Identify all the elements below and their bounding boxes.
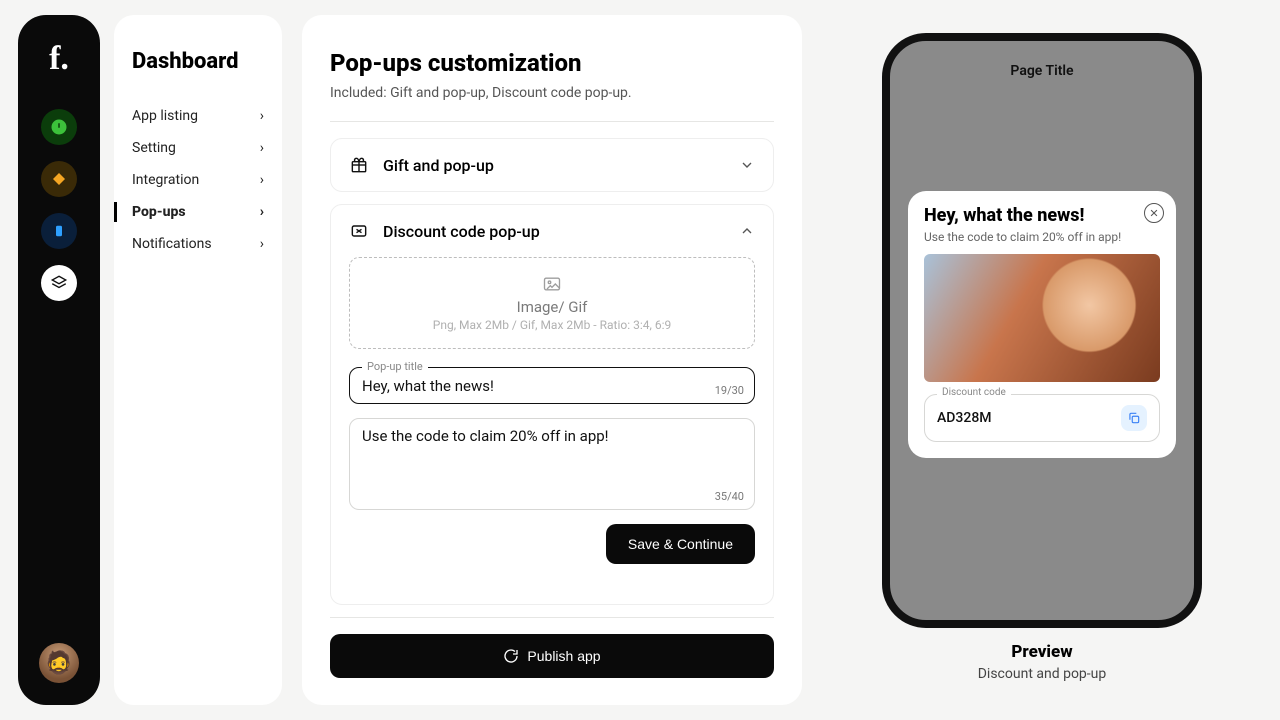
preview-pane: Page Title Hey, what the news! Use the c…	[822, 15, 1262, 705]
sidebar-item-integration[interactable]: Integration ›	[114, 164, 282, 196]
nav-rail: f. 🧔	[18, 15, 100, 705]
chevron-right-icon: ›	[260, 108, 264, 124]
code-value: AD328M	[937, 410, 1121, 426]
accordion-discount-popup: Discount code pop-up Image/ Gif Png, Max…	[330, 204, 774, 605]
sidebar-item-setting[interactable]: Setting ›	[114, 132, 282, 164]
preview-popup: Hey, what the news! Use the code to clai…	[908, 191, 1176, 458]
main-panel: Pop-ups customization Included: Gift and…	[302, 15, 802, 705]
sidebar-item-popups[interactable]: Pop-ups ›	[114, 196, 282, 228]
sidebar-item-label: Pop-ups	[132, 204, 186, 220]
field-label: Pop-up title	[362, 360, 428, 373]
accordion-gift-popup: Gift and pop-up	[330, 138, 774, 192]
preview-sublabel: Discount and pop-up	[978, 666, 1107, 682]
discount-code-box: Discount code AD328M	[924, 394, 1160, 442]
publish-app-button[interactable]: Publish app	[330, 634, 774, 678]
preview-label: Preview	[1011, 642, 1072, 662]
sidebar: Dashboard App listing › Setting › Integr…	[114, 15, 282, 705]
divider	[330, 121, 774, 122]
code-label: Discount code	[937, 387, 1011, 398]
sidebar-item-notifications[interactable]: Notifications ›	[114, 228, 282, 260]
dropzone-title: Image/ Gif	[517, 298, 588, 316]
close-button[interactable]	[1144, 203, 1164, 223]
rail-item-mobile[interactable]	[41, 213, 77, 249]
accordion-title: Gift and pop-up	[383, 156, 725, 175]
mobile-icon	[50, 222, 68, 240]
save-continue-button[interactable]: Save & Continue	[606, 524, 755, 564]
sidebar-item-label: Notifications	[132, 236, 212, 252]
copy-code-button[interactable]	[1121, 405, 1147, 431]
sidebar-item-label: App listing	[132, 108, 198, 124]
refresh-icon	[503, 648, 519, 664]
phone-frame: Page Title Hey, what the news! Use the c…	[882, 33, 1202, 628]
divider	[330, 617, 774, 618]
brand-logo: f.	[37, 37, 81, 81]
popup-body-input[interactable]	[362, 427, 742, 485]
popup-image	[924, 254, 1160, 382]
alert-icon	[50, 118, 68, 136]
rail-item-diamond[interactable]	[41, 161, 77, 197]
accordion-header-gift[interactable]: Gift and pop-up	[331, 139, 773, 191]
user-avatar[interactable]: 🧔	[39, 643, 79, 683]
chevron-right-icon: ›	[260, 236, 264, 252]
popup-body: Use the code to claim 20% off in app!	[924, 230, 1160, 244]
gift-icon	[349, 155, 369, 175]
page-title: Pop-ups customization	[330, 49, 774, 77]
sidebar-title: Dashboard	[114, 49, 282, 100]
sidebar-item-app-listing[interactable]: App listing ›	[114, 100, 282, 132]
close-icon	[1149, 208, 1159, 218]
chevron-right-icon: ›	[260, 204, 264, 220]
popup-body-field[interactable]: 35/40	[349, 418, 755, 510]
popup-title: Hey, what the news!	[924, 205, 1160, 226]
rail-item-layers[interactable]	[41, 265, 77, 301]
popup-title-field[interactable]: Pop-up title 19/30	[349, 367, 755, 404]
phone-page-title: Page Title	[890, 41, 1194, 79]
popup-title-input[interactable]	[362, 377, 742, 395]
image-icon	[540, 274, 564, 294]
char-counter: 35/40	[715, 490, 744, 503]
chevron-down-icon	[739, 157, 755, 173]
chevron-right-icon: ›	[260, 140, 264, 156]
diamond-icon	[50, 170, 68, 188]
dropzone-subtitle: Png, Max 2Mb / Gif, Max 2Mb - Ratio: 3:4…	[433, 318, 671, 332]
sidebar-item-label: Setting	[132, 140, 176, 156]
chevron-right-icon: ›	[260, 172, 264, 188]
accordion-header-discount[interactable]: Discount code pop-up	[331, 205, 773, 257]
ticket-icon	[349, 221, 369, 241]
publish-label: Publish app	[527, 648, 600, 664]
copy-icon	[1127, 411, 1141, 425]
layers-icon	[50, 274, 68, 292]
char-counter: 19/30	[715, 384, 744, 397]
accordion-title: Discount code pop-up	[383, 222, 725, 241]
image-dropzone[interactable]: Image/ Gif Png, Max 2Mb / Gif, Max 2Mb -…	[349, 257, 755, 349]
rail-item-alerts[interactable]	[41, 109, 77, 145]
sidebar-item-label: Integration	[132, 172, 199, 188]
page-subtitle: Included: Gift and pop-up, Discount code…	[330, 85, 774, 101]
chevron-up-icon	[739, 223, 755, 239]
